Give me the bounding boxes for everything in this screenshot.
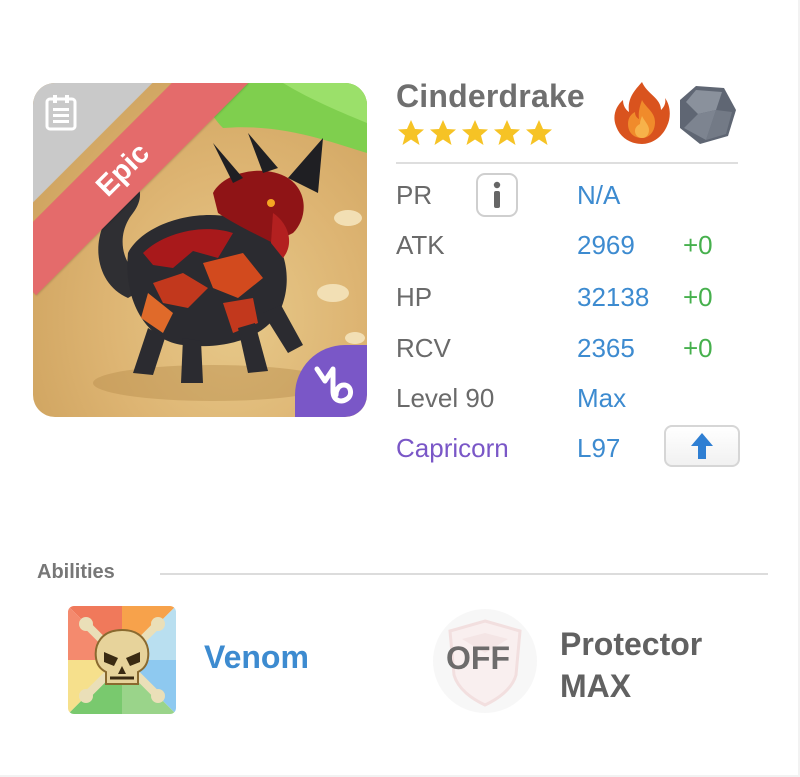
zodiac-label[interactable]: Capricorn bbox=[396, 433, 509, 464]
atk-value: 2969 bbox=[577, 230, 635, 260]
star-icon bbox=[462, 120, 488, 145]
stat-row-hp: HP 32138 +0 bbox=[396, 282, 756, 322]
pr-value: N/A bbox=[577, 180, 621, 210]
creature-portrait[interactable]: Epic bbox=[33, 83, 367, 417]
stat-row-zodiac: Capricorn L97 bbox=[396, 425, 756, 473]
stat-row-rcv: RCV 2365 +0 bbox=[396, 333, 756, 373]
atk-bonus: +0 bbox=[683, 230, 713, 260]
level-label: Level 90 bbox=[396, 383, 495, 413]
star-icon bbox=[430, 120, 456, 145]
stat-row-atk: ATK 2969 +0 bbox=[396, 230, 756, 270]
hp-bonus: +0 bbox=[683, 282, 713, 312]
header-divider bbox=[396, 162, 738, 164]
star-icon bbox=[526, 120, 552, 145]
active-ability-icon[interactable] bbox=[68, 606, 176, 714]
capricorn-icon bbox=[314, 366, 354, 404]
fire-element-icon bbox=[614, 82, 670, 144]
rcv-label: RCV bbox=[396, 333, 451, 363]
memo-icon[interactable] bbox=[45, 95, 77, 131]
skull-crossbones-icon bbox=[68, 606, 176, 714]
pr-info-button[interactable] bbox=[476, 173, 518, 217]
star-icon bbox=[494, 120, 520, 145]
active-ability-name[interactable]: Venom bbox=[204, 639, 309, 676]
zodiac-upgrade-button[interactable] bbox=[664, 425, 740, 467]
star-rating bbox=[396, 118, 554, 152]
star-icon bbox=[398, 120, 424, 145]
pr-label: PR bbox=[396, 180, 433, 210]
stat-row-pr: PR N/A bbox=[396, 173, 756, 220]
level-value: Max bbox=[577, 383, 627, 413]
passive-off-label: OFF bbox=[446, 640, 510, 676]
rcv-value: 2365 bbox=[577, 333, 635, 363]
passive-name-line1: Protector bbox=[560, 626, 703, 662]
rock-element-icon bbox=[680, 86, 736, 144]
passive-name-line2: MAX bbox=[560, 668, 632, 704]
abilities-heading: Abilities bbox=[37, 561, 115, 583]
creature-name: Cinderdrake bbox=[396, 78, 585, 114]
hp-label: HP bbox=[396, 282, 433, 312]
rcv-bonus: +0 bbox=[683, 333, 713, 363]
zodiac-level-value: L97 bbox=[577, 433, 621, 463]
hp-value: 32138 bbox=[577, 282, 650, 312]
passive-ability-name[interactable]: Protector MAX bbox=[560, 623, 702, 707]
atk-label: ATK bbox=[396, 230, 445, 260]
arrow-up-icon bbox=[691, 433, 713, 459]
stat-row-level: Level 90 Max bbox=[396, 383, 756, 423]
abilities-divider bbox=[160, 573, 768, 575]
info-icon bbox=[493, 181, 501, 208]
